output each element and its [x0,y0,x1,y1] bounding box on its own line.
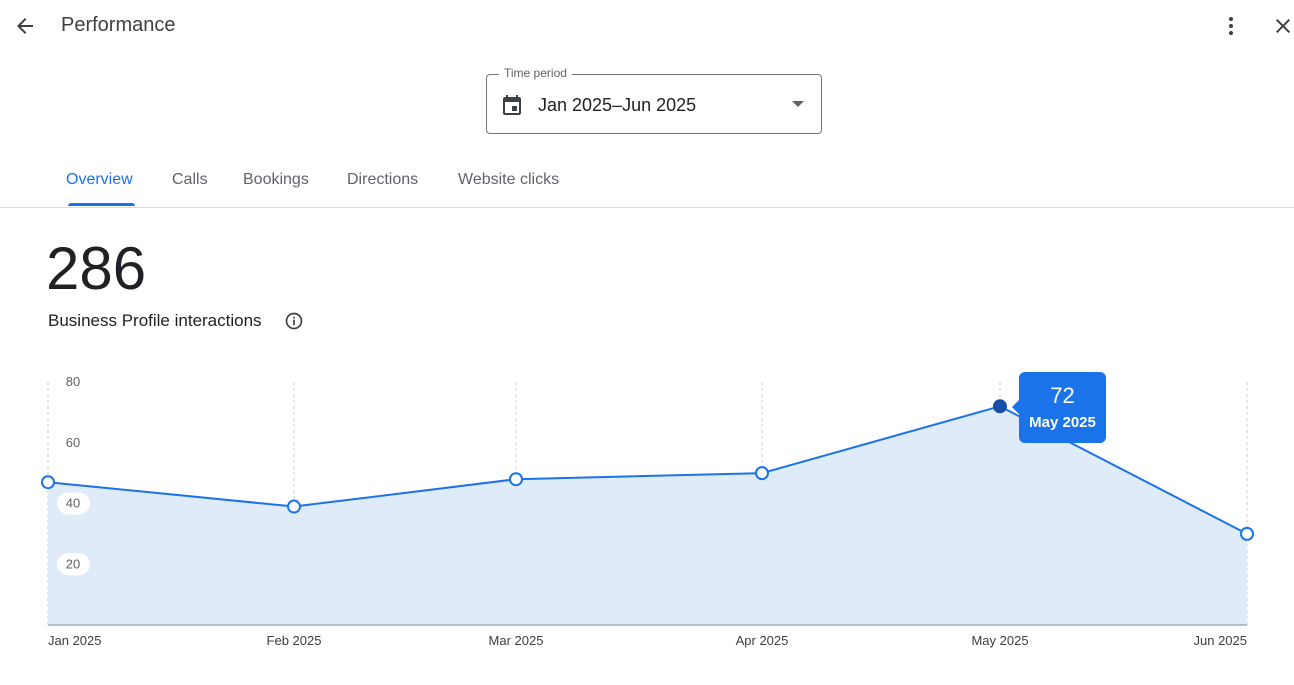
info-icon[interactable] [284,311,304,331]
close-icon [1276,19,1290,33]
x-tick-label: Jan 2025 [48,633,102,648]
close-button[interactable] [1265,8,1294,44]
x-tick-label: Mar 2025 [489,633,544,648]
data-point [755,466,769,481]
y-tick-label: 40 [66,496,80,511]
more-options-button[interactable] [1213,8,1249,44]
x-tick-label: Jun 2025 [1194,633,1248,648]
x-tick-label: May 2025 [971,633,1028,648]
tab-bar: Overview Calls Bookings Directions Websi… [0,157,1294,208]
data-point [287,499,301,514]
x-tick-label: Feb 2025 [267,633,322,648]
x-tick-label: Apr 2025 [736,633,789,648]
y-tick-label: 20 [66,556,80,571]
data-point [509,472,523,487]
interactions-label: Business Profile interactions [48,311,262,330]
active-tab-indicator [68,203,135,206]
interactions-total: 286 [46,235,147,302]
tab-directions[interactable]: Directions [347,171,418,189]
data-point [41,475,55,490]
data-point [1240,526,1254,541]
more-vert-icon [1229,17,1233,35]
y-tick-label: 80 [66,374,80,389]
arrow-back-icon [17,18,33,34]
chevron-down-icon [792,101,804,107]
back-button[interactable] [7,8,43,44]
time-period-value: Jan 2025–Jun 2025 [538,95,697,115]
data-point-highlighted [993,399,1007,414]
tab-overview[interactable]: Overview [66,171,133,189]
tooltip-label: May 2025 [1029,414,1096,431]
tab-calls[interactable]: Calls [172,171,208,189]
y-tick-label: 60 [66,435,80,450]
calendar-icon [503,95,521,115]
time-period-label: Time period [499,66,572,80]
tab-website-clicks[interactable]: Website clicks [458,171,559,189]
tab-bookings[interactable]: Bookings [243,171,309,189]
page-title: Performance [61,14,176,36]
chart-tooltip: 72 May 2025 [1012,372,1106,443]
time-period-select[interactable]: Time period Jan 2025–Jun 2025 [486,66,822,134]
top-app-bar: Performance [0,0,1294,52]
tooltip-value: 72 [1050,383,1075,408]
